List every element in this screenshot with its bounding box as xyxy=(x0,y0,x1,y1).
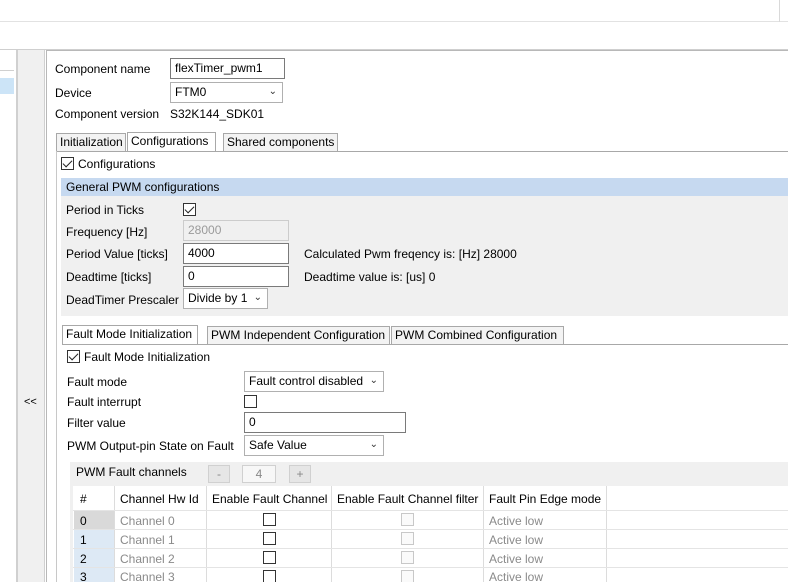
component-version-label: Component version xyxy=(55,107,160,121)
filter-value-label: Filter value xyxy=(67,416,126,430)
fault-pin-edge-cell: Active low xyxy=(489,552,544,566)
enable-fault-channel-checkbox[interactable] xyxy=(263,551,276,564)
channel-count-field[interactable]: 4 xyxy=(242,465,276,483)
tab-bar-line xyxy=(56,151,788,152)
row-divider xyxy=(73,548,788,549)
channel-hw-id-cell: Channel 3 xyxy=(120,570,175,582)
tab-fault-mode-initialization[interactable]: Fault Mode Initialization xyxy=(62,325,198,344)
output-pin-state-value: Safe Value xyxy=(249,438,307,452)
configurations-check-label: Configurations xyxy=(78,157,156,171)
row-index: 3 xyxy=(80,570,87,582)
top-toolbar-strip xyxy=(0,0,788,22)
device-label: Device xyxy=(55,86,92,100)
fault-mode-init-label: Fault Mode Initialization xyxy=(84,350,211,364)
tab-configurations-label: Configurations xyxy=(131,134,209,148)
fault-mode-init-checkbox[interactable] xyxy=(67,350,80,363)
tab-pwm-combined-configuration[interactable]: PWM Combined Configuration xyxy=(391,326,564,344)
period-value-label: Period Value [ticks] xyxy=(66,247,168,261)
deadtime-input[interactable]: 0 xyxy=(183,266,289,287)
prescaler-label: DeadTimer Prescaler xyxy=(66,293,179,307)
fault-pin-edge-cell: Active low xyxy=(489,533,544,547)
channel-hw-id-cell: Channel 2 xyxy=(120,552,175,566)
col-index: # xyxy=(80,492,87,506)
row-divider xyxy=(73,567,788,568)
enable-fault-channel-checkbox[interactable] xyxy=(263,570,276,582)
col-enable-fault-channel: Enable Fault Channel xyxy=(212,492,328,506)
enable-fault-filter-checkbox xyxy=(401,551,414,564)
output-pin-state-label: PWM Output-pin State on Fault xyxy=(67,439,234,453)
channel-hw-id-cell: Channel 0 xyxy=(120,514,175,528)
component-name-label: Component name xyxy=(55,62,151,76)
fault-interrupt-label: Fault interrupt xyxy=(67,395,142,409)
fault-mode-select[interactable]: Fault control disabled ⌄ xyxy=(244,371,384,392)
tab-pwm-independent-configuration[interactable]: PWM Independent Configuration xyxy=(207,326,390,344)
remove-channel-button[interactable]: - xyxy=(208,465,230,483)
tree-divider xyxy=(0,70,14,71)
general-pwm-header-text: General PWM configurations xyxy=(66,180,220,194)
fault-interrupt-checkbox[interactable] xyxy=(244,395,257,408)
tab-shared-components[interactable]: Shared components xyxy=(223,133,338,151)
enable-fault-channel-checkbox[interactable] xyxy=(263,513,276,526)
period-in-ticks-checkbox[interactable] xyxy=(183,203,196,216)
col-enable-fault-filter: Enable Fault Channel filter xyxy=(337,492,479,506)
row-index: 1 xyxy=(80,533,87,547)
tab-initialization[interactable]: Initialization xyxy=(56,133,126,151)
calculated-pwm-text: Calculated Pwm freqency is: [Hz] 28000 xyxy=(304,247,517,261)
row-divider xyxy=(73,529,788,530)
fault-mode-label: Fault mode xyxy=(67,375,128,389)
header-divider xyxy=(73,510,788,511)
deadtime-value-text: Deadtime value is: [us] 0 xyxy=(304,270,436,284)
enable-fault-filter-checkbox xyxy=(401,513,414,526)
chevron-down-icon: ⌄ xyxy=(253,292,262,303)
period-value-input[interactable]: 4000 xyxy=(183,243,289,264)
add-channel-button[interactable]: + xyxy=(289,465,311,483)
fault-channels-header: PWM Fault channels xyxy=(76,465,187,479)
device-select-value: FTM0 xyxy=(175,85,207,99)
enable-fault-channel-checkbox[interactable] xyxy=(263,532,276,545)
tab-pwm-combined-label: PWM Combined Configuration xyxy=(395,328,558,342)
tab-shared-components-label: Shared components xyxy=(227,135,335,149)
collapse-label: << xyxy=(24,396,37,408)
filter-value-input[interactable]: 0 xyxy=(244,412,406,433)
sub-tab-bar-line xyxy=(62,344,788,345)
component-version-value: S32K144_SDK01 xyxy=(170,107,265,121)
general-pwm-header: General PWM configurations xyxy=(61,178,788,196)
col-channel-hw-id: Channel Hw Id xyxy=(120,492,199,506)
editor-header-area xyxy=(0,22,788,50)
device-select[interactable]: FTM0 ⌄ xyxy=(170,82,283,103)
period-in-ticks-label: Period in Ticks xyxy=(66,203,145,217)
top-strip-edge xyxy=(0,0,780,22)
row-index: 2 xyxy=(80,552,87,566)
frequency-label: Frequency [Hz] xyxy=(66,225,148,239)
tab-pwm-independent-label: PWM Independent Configuration xyxy=(211,328,386,342)
chevron-down-icon: ⌄ xyxy=(369,439,378,450)
fault-pin-edge-cell: Active low xyxy=(489,570,544,582)
tab-configurations[interactable]: Configurations xyxy=(127,132,216,151)
fault-mode-select-value: Fault control disabled xyxy=(249,374,364,388)
tab-initialization-label: Initialization xyxy=(60,135,123,149)
fault-pin-edge-cell: Active low xyxy=(489,514,544,528)
tab-content-border xyxy=(56,151,57,582)
left-tree-pane[interactable] xyxy=(0,50,17,582)
tree-selected-item[interactable] xyxy=(0,78,14,94)
channel-hw-id-cell: Channel 1 xyxy=(120,533,175,547)
configurations-checkbox[interactable] xyxy=(61,157,74,170)
chevron-down-icon: ⌄ xyxy=(369,375,378,386)
enable-fault-filter-checkbox xyxy=(401,532,414,545)
collapse-panel-button[interactable]: << xyxy=(17,50,45,582)
deadtime-label: Deadtime [ticks] xyxy=(66,270,152,284)
chevron-down-icon: ⌄ xyxy=(268,86,277,97)
component-name-input[interactable]: flexTimer_pwm1 xyxy=(170,58,285,79)
output-pin-state-select[interactable]: Safe Value ⌄ xyxy=(244,435,384,456)
frequency-input[interactable]: 28000 xyxy=(183,220,289,241)
prescaler-select-value: Divide by 1 xyxy=(188,291,248,305)
col-fault-pin-edge-mode: Fault Pin Edge mode xyxy=(489,492,602,506)
prescaler-select[interactable]: Divide by 1 ⌄ xyxy=(183,288,268,309)
tab-fault-mode-label: Fault Mode Initialization xyxy=(66,327,193,341)
row-index: 0 xyxy=(80,514,87,528)
enable-fault-filter-checkbox xyxy=(401,570,414,582)
